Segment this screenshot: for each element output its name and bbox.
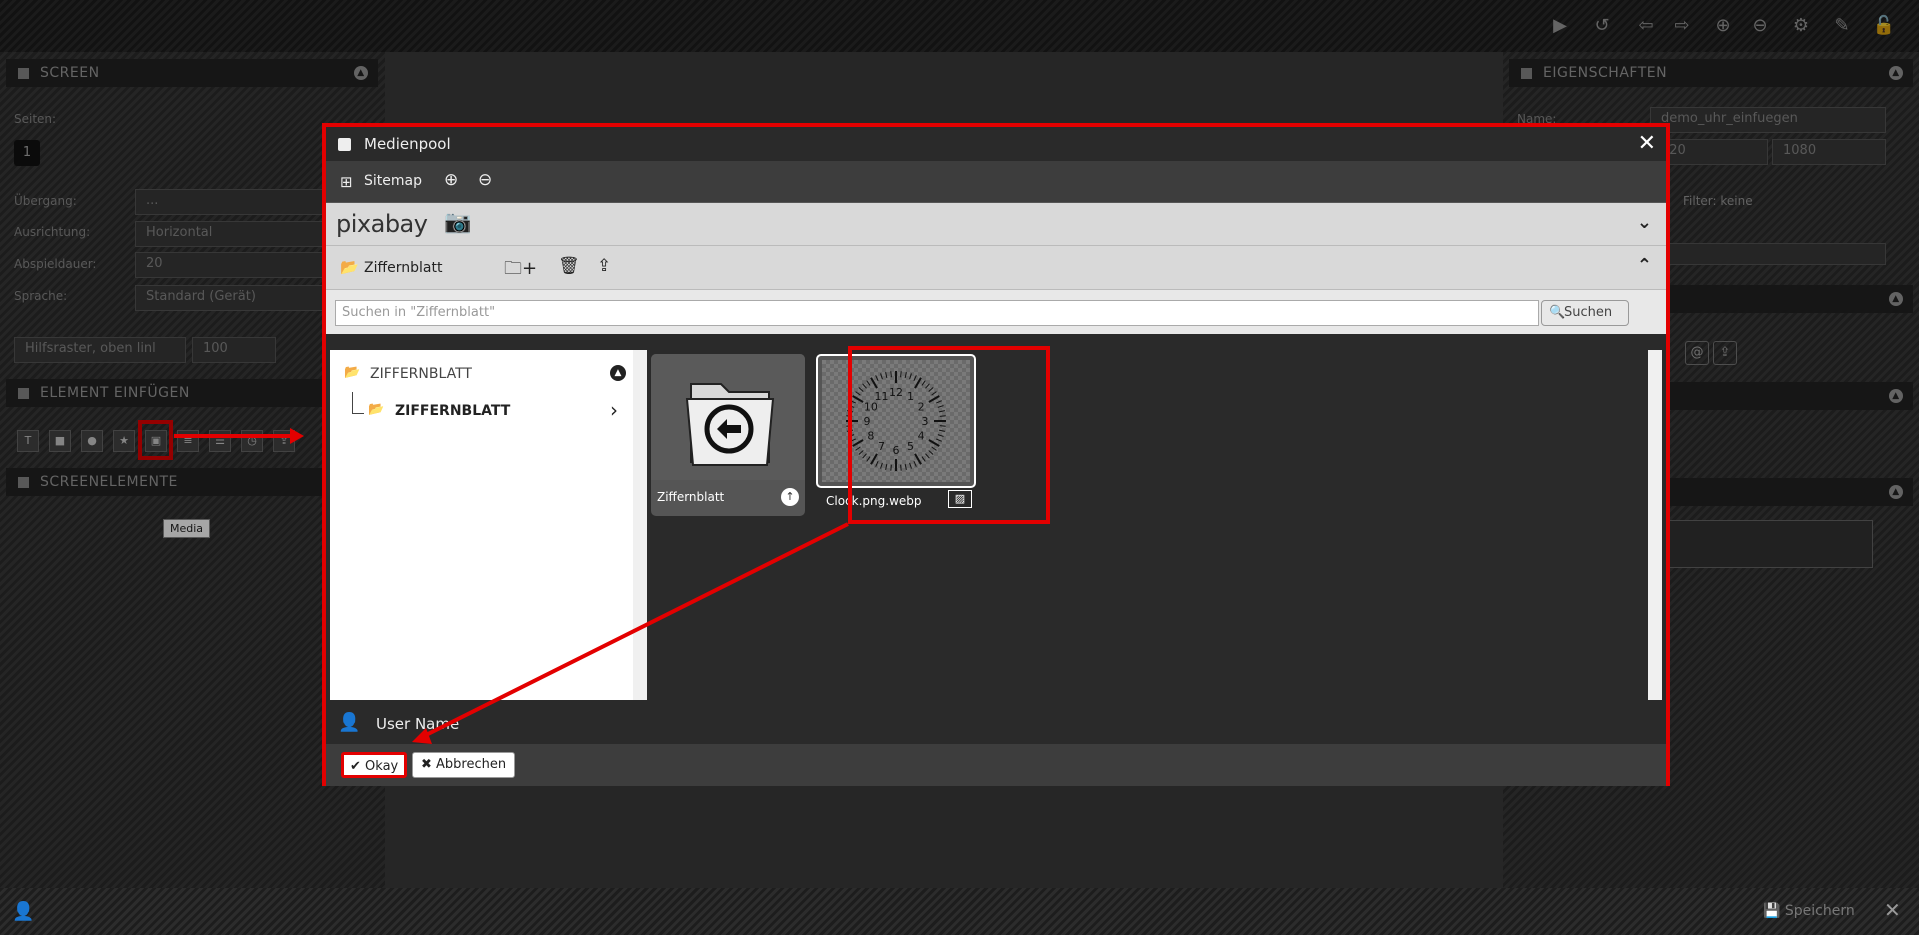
folder-back-icon [685,383,775,466]
folder-open-icon: 📂 [340,258,359,276]
folder-tile[interactable]: Ziffernblatt ↑ [651,354,805,516]
folder-open-icon: 📂 [344,365,361,380]
new-folder-icon[interactable]: 🗀+ [504,256,537,286]
sitemap-icon: ⊞ [340,173,353,191]
check-icon: ✔ [350,759,366,774]
pixabay-logo: pixabay [336,210,428,238]
tree-scrollbar[interactable] [633,350,647,700]
upload-circle-icon[interactable]: ↑ [781,488,799,506]
tree-line [352,392,353,414]
grid-scrollbar[interactable] [1648,350,1662,700]
folder-tree: 📂 ZIFFERNBLATT ▲ 📂 ZIFFERNBLATT › [330,350,647,700]
media-grid: Ziffernblatt ↑ 12 1 2 3 4 5 6 7 8 9 10 11 Clock.png… [647,350,1666,700]
close-icon[interactable]: ✕ [1638,127,1656,161]
trash-icon[interactable]: 🗑 [558,256,580,276]
highlight-clock-tile [848,346,1050,524]
camera-icon: 📷 [444,210,472,235]
folder-open-icon: 📂 [368,402,385,417]
folder-name: Ziffernblatt [364,260,443,276]
tree-child[interactable]: ZIFFERNBLATT [395,403,510,419]
chevron-down-icon[interactable]: ⌄ [1637,212,1652,233]
x-icon: ✖ [421,757,437,772]
collapse-icon[interactable]: ▲ [610,365,626,381]
dialog-footer: ✔ Okay ✖ Abbrechen [326,744,1666,786]
dialog-titlebar: Medienpool ✕ [326,127,1666,161]
zoom-in-icon[interactable]: ⊕ [444,170,458,190]
tree-root[interactable]: ZIFFERNBLATT [370,366,472,382]
folder-bar: 📂 Ziffernblatt 🗀+ 🗑 ⇪ ⌃ [326,245,1666,289]
okay-button[interactable]: ✔ Okay [341,752,408,778]
cancel-label: Abbrechen [436,757,507,772]
window-icon [338,138,351,151]
user-icon[interactable]: 👤 [12,901,34,922]
dialog-toolbar: ⊞ Sitemap ⊕ ⊖ [326,161,1666,203]
save-button[interactable]: 💾 Speichern [1763,903,1855,919]
upload-icon[interactable]: ⇪ [597,256,611,276]
bottom-bar: 👤 💾 Speichern ✕ [0,888,1919,935]
user-name: User Name [376,715,460,733]
search-button-label: Suchen [1564,305,1613,320]
user-icon: 👤 [338,712,361,733]
dialog-title: Medienpool [364,135,451,153]
pixabay-bar[interactable]: pixabay 📷 ⌄ [326,203,1666,245]
close-icon[interactable]: ✕ [1884,898,1901,922]
folder-tile-preview [651,354,805,480]
search-input[interactable]: Suchen in "Ziffernblatt" [335,300,1539,326]
chevron-right-icon[interactable]: › [610,398,618,422]
search-row: Suchen in "Ziffernblatt" 🔍 Suchen [326,289,1666,334]
user-row: 👤 User Name [326,702,1666,744]
chevron-up-icon[interactable]: ⌃ [1637,255,1652,276]
tree-line [352,413,364,414]
cancel-button[interactable]: ✖ Abbrechen [412,752,516,778]
search-button[interactable]: 🔍 Suchen [1541,300,1629,326]
save-icon: 💾 [1763,903,1785,919]
zoom-out-icon[interactable]: ⊖ [478,170,492,190]
save-label: Speichern [1784,903,1855,919]
tile-label: Ziffernblatt [657,490,725,504]
okay-label: Okay [365,759,399,774]
sitemap-button[interactable]: Sitemap [364,173,422,189]
search-icon: 🔍 [1549,305,1566,320]
